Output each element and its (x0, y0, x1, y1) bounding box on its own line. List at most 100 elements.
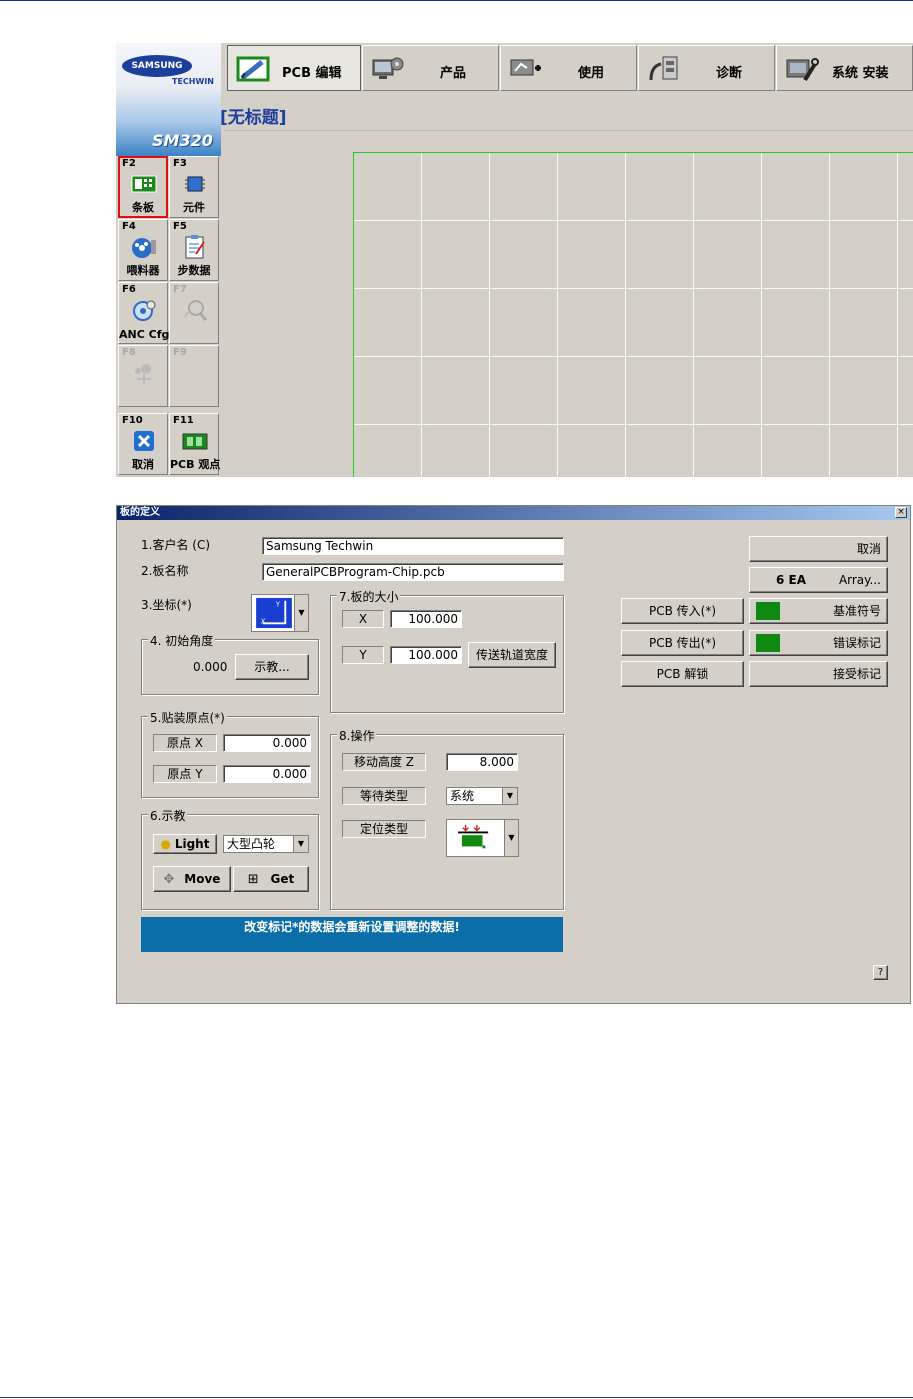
fkey-number: F8 (122, 347, 136, 358)
fkey-anc-config[interactable]: F6 ANC Cfg (118, 282, 170, 344)
wait-type-value: 系统 (450, 789, 475, 803)
main-menu-tabs: PCB 编辑 产品 使用 诊断 系统 安装 (224, 43, 913, 93)
fkey-label: 步数据 (177, 264, 211, 277)
customer-field[interactable]: Samsung Techwin (262, 537, 564, 555)
origin-y-field[interactable]: 0.000 (223, 765, 311, 783)
coordinate-axes-icon: YX (256, 597, 292, 629)
origin-x-label: 原点 X (153, 734, 217, 752)
dialog-title: 板的定义 (120, 507, 160, 518)
cancel-button[interactable]: 取消 (749, 536, 888, 562)
fkey-pcb-view[interactable]: F11 PCB 观点 (169, 413, 220, 475)
wait-type-label: 等待类型 (342, 787, 426, 805)
tab-label: 使用 (578, 66, 605, 81)
bad-mark-button-label: 错误标记 (832, 636, 881, 650)
size-x-field[interactable]: 100.000 (390, 610, 462, 628)
feeder-icon (132, 238, 156, 258)
utility-icon (510, 59, 541, 76)
fkey-nozzle[interactable]: F8 (118, 345, 168, 407)
fkey-cancel[interactable]: F10 取消 (118, 413, 168, 475)
bad-mark-icon (756, 634, 780, 652)
fkey-number: F9 (173, 347, 187, 358)
help-button[interactable]: ? (873, 965, 888, 980)
close-button[interactable]: × (895, 507, 907, 518)
fkey-number: F10 (122, 415, 143, 426)
fkey-number: F5 (173, 221, 187, 232)
tab-diagnosis[interactable]: 诊断 (638, 45, 775, 91)
group-label: 7.板的大小 (337, 588, 401, 605)
light-mode-select[interactable]: 大型凸轮 ▼ (223, 835, 309, 853)
size-y-field[interactable]: 100.000 (390, 646, 462, 664)
get-button[interactable]: ⊞ Get (233, 866, 309, 892)
teach-angle-button[interactable]: 示教... (235, 654, 309, 680)
system-setup-icon (786, 58, 819, 82)
fkey-number: F3 (173, 158, 187, 169)
board-definition-dialog: 板的定义 × 1.客户名 (C) Samsung Techwin 2.板名称 G… (116, 505, 911, 1004)
size-y-label: Y (342, 646, 384, 664)
board-icon (131, 175, 157, 193)
move-height-field[interactable]: 8.000 (446, 753, 518, 771)
locate-type-select[interactable]: ▼ (446, 819, 519, 857)
coordinate-select[interactable]: YX ▼ (251, 594, 309, 632)
board-name-field[interactable]: GeneralPCBProgram-Chip.pcb (262, 563, 564, 581)
fkey-feeder[interactable]: F4 喂料器 (118, 219, 168, 281)
move-height-label: 移动高度 Z (342, 753, 426, 771)
fkey-number: F6 (122, 284, 136, 295)
accept-mark-button[interactable]: 接受标记 (749, 661, 888, 687)
pcb-edit-screenshot: SAMSUNG TECHWIN SM320 F2 条板 F3 元件 F4 喂料器… (116, 43, 913, 477)
pcb-unlock-button[interactable]: PCB 解锁 (621, 661, 744, 687)
group-label: 5.贴装原点(*) (148, 709, 227, 726)
fkey-part[interactable]: F3 元件 (169, 156, 219, 218)
step-data-icon (185, 235, 205, 259)
tab-system-setup[interactable]: 系统 安装 (776, 45, 913, 91)
tab-production[interactable]: 产品 (362, 45, 499, 91)
pcb-canvas[interactable] (224, 130, 913, 477)
fkey-empty[interactable]: F9 (169, 345, 219, 407)
fiducial-button[interactable]: 基准符号 (749, 598, 888, 624)
pcb-in-button[interactable]: PCB 传入(*) (621, 598, 744, 624)
group-label: 8.操作 (337, 727, 377, 744)
fkey-board[interactable]: F2 条板 (118, 156, 168, 218)
tab-utility[interactable]: 使用 (500, 45, 637, 91)
fkey-step-data[interactable]: F5 步数据 (169, 219, 219, 281)
bad-mark-button[interactable]: 错误标记 (749, 630, 888, 656)
warning-message: 改变标记*的数据会重新设置调整的数据! (141, 917, 563, 952)
accept-mark-button-label: 接受标记 (832, 667, 881, 681)
group-label: 6.示教 (148, 807, 188, 824)
array-count: 6 EA (776, 573, 807, 587)
group-label: 4. 初始角度 (148, 632, 216, 649)
array-button[interactable]: 6 EA Array... (749, 567, 888, 593)
document-title: [无标题] (220, 108, 287, 128)
model-label: SM320 (152, 131, 213, 150)
fkey-search[interactable]: F7 (169, 282, 219, 344)
chevron-down-icon: ▼ (293, 836, 308, 852)
dialog-title-bar: 板的定义 (117, 506, 910, 520)
tab-pcb-edit[interactable]: PCB 编辑 (227, 45, 361, 91)
origin-x-field[interactable]: 0.000 (223, 734, 311, 752)
light-button[interactable]: ● Light (153, 834, 217, 854)
move-button-label: Move (184, 872, 221, 886)
move-button[interactable]: ✥ Move (153, 866, 231, 892)
get-button-label: Get (270, 872, 295, 886)
page-bottom-rule (0, 1397, 913, 1398)
cancel-icon (134, 431, 154, 451)
pcb-out-button[interactable]: PCB 传出(*) (621, 630, 744, 656)
customer-label: 1.客户名 (C) (141, 538, 211, 552)
fkey-label: ANC Cfg (119, 328, 170, 341)
conveyor-width-button[interactable]: 传送轨道宽度 (468, 642, 556, 668)
chevron-down-icon: ▼ (502, 788, 517, 804)
locate-type-label: 定位类型 (342, 820, 426, 838)
tab-label: 系统 安装 (832, 66, 889, 81)
wait-type-select[interactable]: 系统 ▼ (446, 787, 518, 805)
get-position-icon: ⊞ (247, 872, 259, 887)
page-top-rule (0, 0, 913, 1)
array-button-label: Array... (838, 573, 881, 587)
chevron-down-icon: ▼ (504, 820, 518, 856)
locate-pin-icon (458, 824, 489, 849)
fkey-number: F11 (173, 415, 194, 426)
fkey-number: F2 (122, 158, 136, 169)
teach-group: 6.示教 (141, 807, 319, 910)
light-button-label: Light (174, 837, 210, 851)
fkey-number: F4 (122, 221, 136, 232)
origin-y-label: 原点 Y (153, 765, 217, 783)
tab-label: 诊断 (716, 66, 743, 81)
